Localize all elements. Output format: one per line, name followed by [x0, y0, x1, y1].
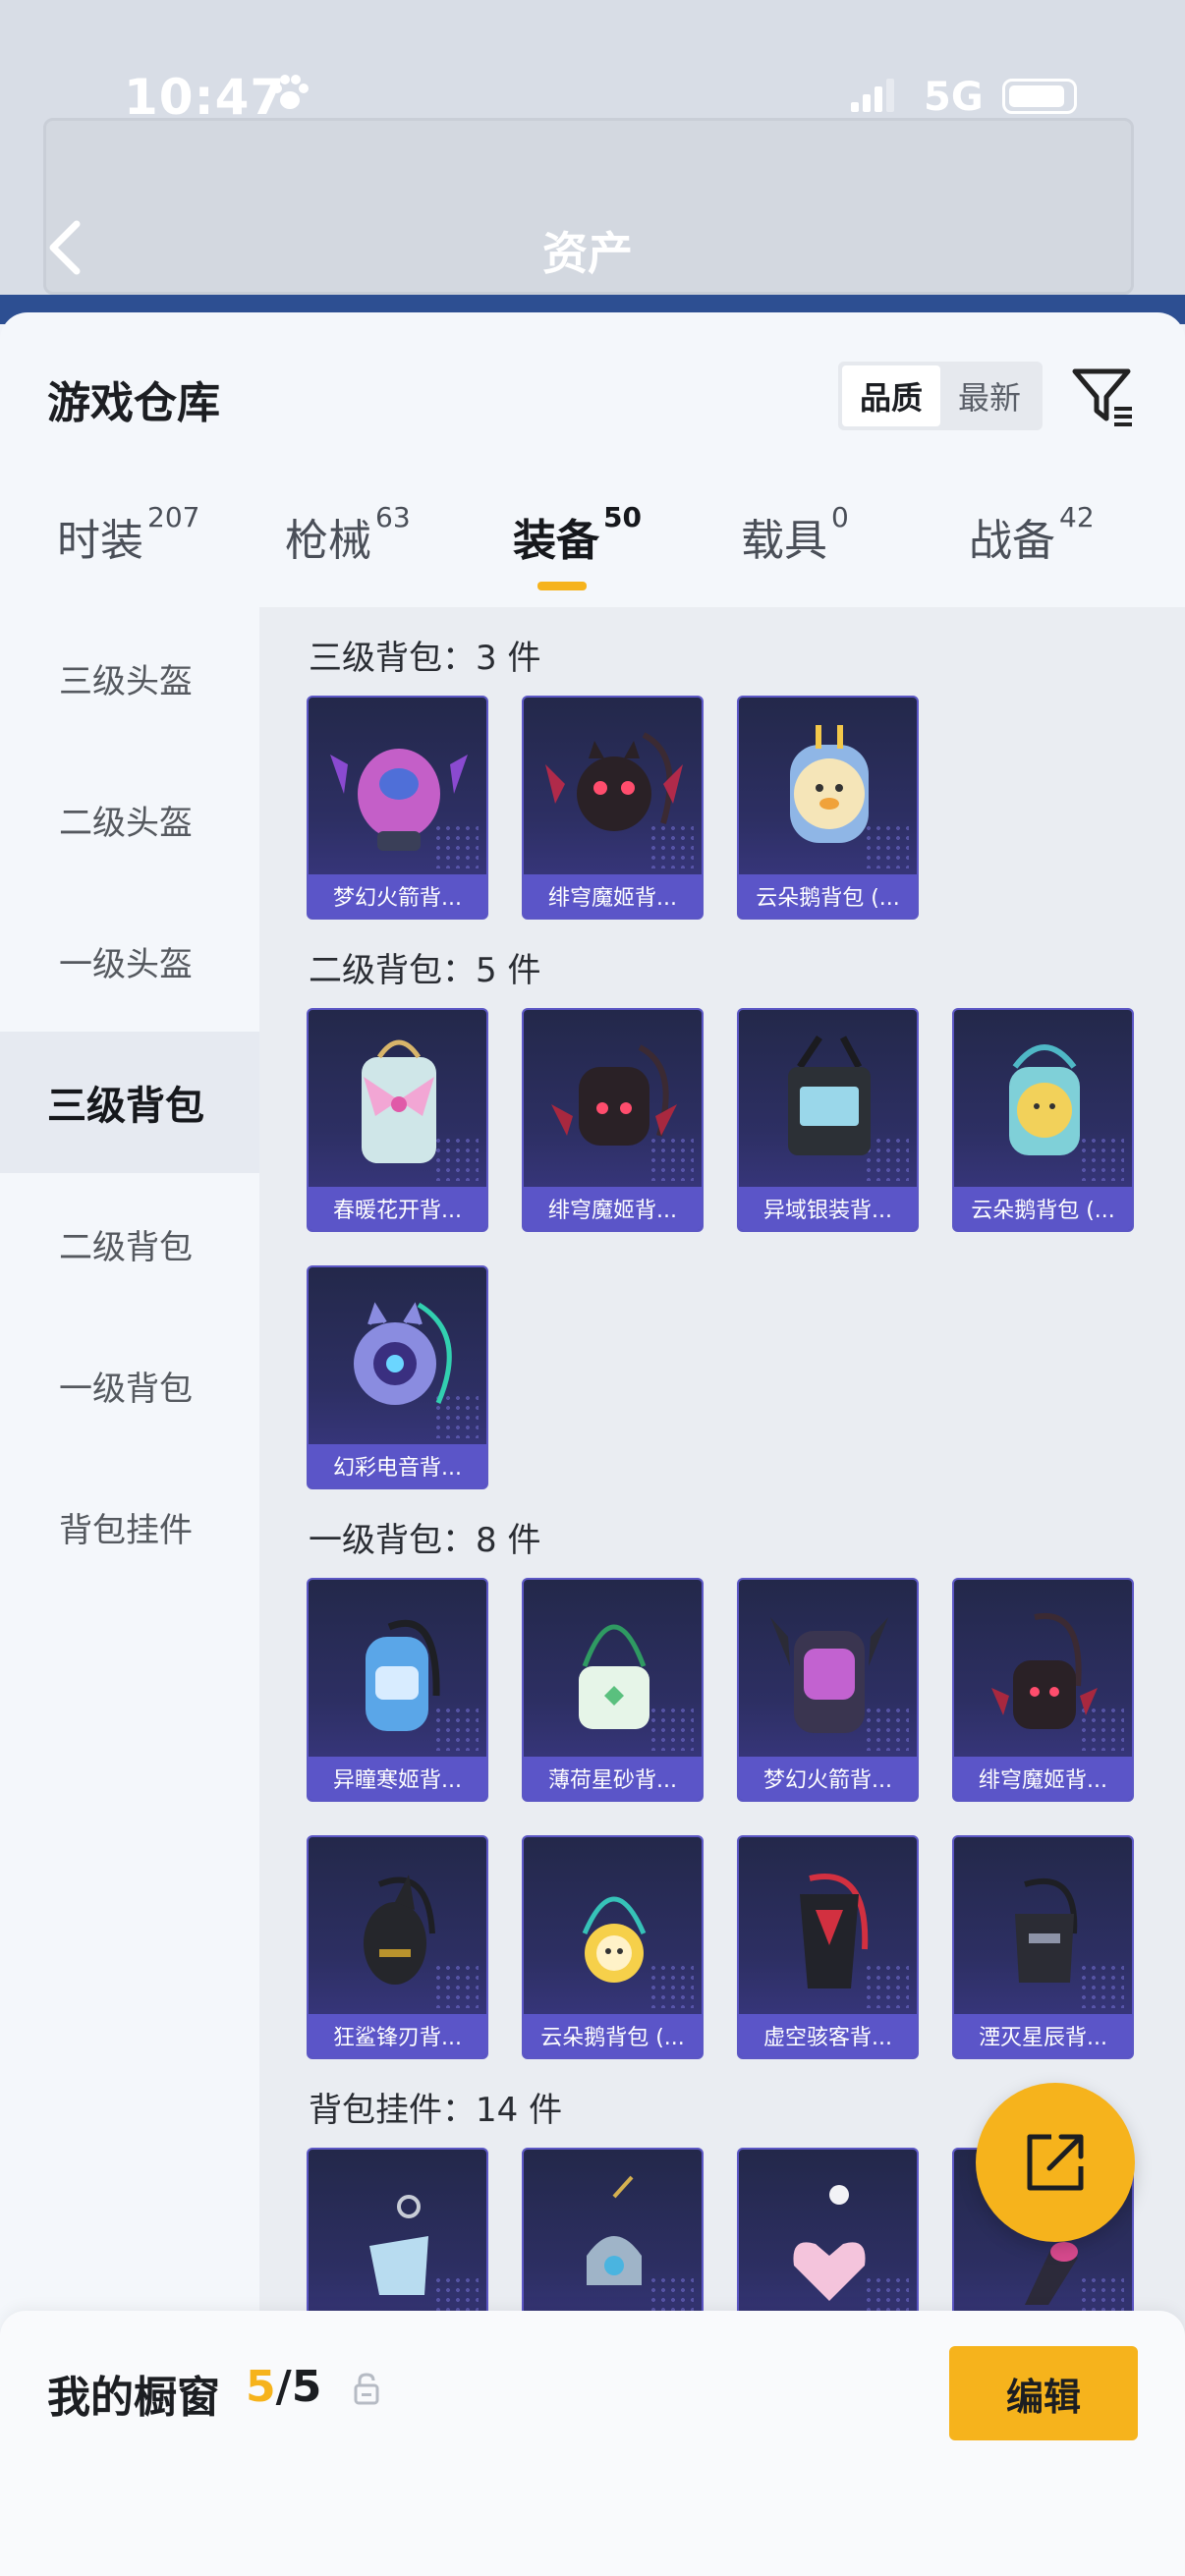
item-name: 薄荷星砂背...	[524, 1757, 702, 1800]
tab-equipment[interactable]: 装备 50	[513, 501, 642, 568]
showcase-bar: 我的橱窗 5/5 编辑	[0, 2311, 1185, 2576]
tab-supplies[interactable]: 战备 42	[969, 501, 1095, 568]
share-button[interactable]	[976, 2083, 1135, 2242]
item-name: 绯穹魔姬背...	[524, 1187, 702, 1230]
item-name: 春暖花开背...	[309, 1187, 486, 1230]
bell-charm-icon	[587, 2175, 642, 2285]
item-name: 云朵鹅背包 (...	[524, 2014, 702, 2057]
active-tab-indicator	[537, 582, 587, 590]
category-tabs: 时装 207 枪械 63 装备 50 载具 0 战备 42	[0, 501, 1185, 603]
electro-music-backpack-icon	[354, 1302, 452, 1405]
rocket-backpack-icon	[770, 1617, 888, 1733]
item-card[interactable]: 异瞳寒姬背...	[307, 1578, 488, 1802]
side-nav: 三级头盔 二级头盔 一级头盔 三级背包 二级背包 一级背包 背包挂件	[0, 607, 259, 2454]
item-name: 绯穹魔姬背...	[954, 1757, 1132, 1800]
devil-bear-backpack-icon	[551, 1044, 677, 1146]
item-card[interactable]: 湮灭星辰背...	[952, 1835, 1134, 2059]
item-name: 幻彩电音背...	[309, 1444, 486, 1487]
sidebar-item-lv3-backpack[interactable]: 三级背包	[0, 1032, 259, 1173]
section-title-lv1-backpack: 一级背包：8 件	[309, 1521, 541, 1560]
rocket-backpack-icon	[330, 749, 468, 851]
item-name: 湮灭星辰背...	[954, 2014, 1132, 2057]
tab-vehicles[interactable]: 载具 0	[741, 501, 849, 568]
tab-firearms[interactable]: 枪械 63	[285, 501, 411, 568]
signal-icon	[851, 79, 894, 112]
battery-icon	[1002, 79, 1077, 114]
silver-backpack-icon	[788, 1036, 871, 1155]
sidebar-item-lv3-helmet[interactable]: 三级头盔	[0, 607, 259, 749]
item-card[interactable]: 绯穹魔姬背...	[952, 1578, 1134, 1802]
showcase-label: 我的橱窗	[47, 2373, 220, 2423]
sidebar-item-backpack-charm[interactable]: 背包挂件	[0, 1456, 259, 1597]
section-title-lv3-backpack: 三级背包：3 件	[309, 639, 541, 678]
cloud-goose-backpack-icon	[1009, 1044, 1080, 1155]
status-time: 10:47	[124, 69, 286, 126]
void-hacker-backpack-icon	[800, 1874, 869, 1988]
tag-charm-icon	[369, 2195, 428, 2295]
item-name: 虚空骇客背...	[739, 2014, 917, 2057]
item-card[interactable]: 云朵鹅背包 (...	[522, 1835, 704, 2059]
item-card[interactable]: 幻彩电音背...	[307, 1265, 488, 1489]
share-icon	[1027, 2134, 1084, 2191]
sort-toggle: 品质 最新	[838, 362, 1043, 430]
item-name: 梦幻火箭背...	[309, 874, 486, 918]
item-card[interactable]: 狂鲨锋刃背...	[307, 1835, 488, 2059]
heart-charm-icon	[793, 2185, 866, 2301]
item-card[interactable]: 绯穹魔姬背...	[522, 696, 704, 920]
showcase-count: 5/5	[246, 2362, 322, 2412]
back-arrow-icon[interactable]	[43, 218, 86, 277]
sidebar-item-lv2-helmet[interactable]: 二级头盔	[0, 749, 259, 890]
item-name: 异瞳寒姬背...	[309, 1757, 486, 1800]
item-card[interactable]: 云朵鹅背包 (...	[952, 1008, 1134, 1232]
ice-eye-backpack-icon	[366, 1619, 440, 1731]
item-name: 云朵鹅背包 (...	[954, 1187, 1132, 1230]
item-name: 梦幻火箭背...	[739, 1757, 917, 1800]
section-title-lv2-backpack: 二级背包：5 件	[309, 951, 541, 990]
devil-bear-backpack-icon	[545, 732, 683, 831]
item-name: 异域银装背...	[739, 1187, 917, 1230]
item-card[interactable]: 薄荷星砂背...	[522, 1578, 704, 1802]
tab-fashion[interactable]: 时装 207	[57, 501, 199, 568]
item-name: 云朵鹅背包 (...	[739, 874, 917, 918]
shark-blade-backpack-icon	[364, 1875, 435, 1985]
warehouse-sheet: 游戏仓库 品质 最新 时装 207 枪械 63 装备 50 载具 0 战备 42 三级头盔…	[0, 312, 1185, 2576]
item-name: 绯穹魔姬背...	[524, 874, 702, 918]
devil-bear-backpack-icon	[991, 1612, 1098, 1729]
item-card[interactable]: 异域银装背...	[737, 1008, 919, 1232]
sidebar-item-lv1-helmet[interactable]: 一级头盔	[0, 890, 259, 1032]
item-card[interactable]: 春暖花开背...	[307, 1008, 488, 1232]
item-name: 狂鲨锋刃背...	[309, 2014, 486, 2057]
cloud-goose-backpack-icon	[790, 725, 869, 843]
paw-icon	[272, 75, 309, 109]
filter-icon[interactable]	[1071, 364, 1136, 428]
section-title-backpack-charm: 背包挂件：14 件	[309, 2091, 563, 2130]
item-card[interactable]: 绯穹魔姬背...	[522, 1008, 704, 1232]
cloud-goose-backpack-icon	[582, 1896, 647, 1983]
sheet-title: 游戏仓库	[47, 378, 220, 428]
network-label: 5G	[924, 75, 984, 120]
sidebar-item-lv2-backpack[interactable]: 二级背包	[0, 1173, 259, 1315]
sort-option-newest[interactable]: 最新	[940, 365, 1039, 426]
edit-button[interactable]: 编辑	[949, 2346, 1138, 2440]
item-card[interactable]: 云朵鹅背包 (...	[737, 696, 919, 920]
spring-blossom-backpack-icon	[362, 1039, 436, 1163]
sidebar-item-lv1-backpack[interactable]: 一级背包	[0, 1315, 259, 1456]
item-card[interactable]: 虚空骇客背...	[737, 1835, 919, 2059]
sort-option-quality[interactable]: 品质	[842, 365, 940, 426]
lock-icon	[354, 2373, 379, 2405]
mint-backpack-icon	[579, 1624, 649, 1729]
item-card[interactable]: 梦幻火箭背...	[737, 1578, 919, 1802]
item-card[interactable]: 梦幻火箭背...	[307, 696, 488, 920]
star-backpack-icon	[1015, 1877, 1078, 1983]
page-title: 资产	[542, 227, 633, 280]
